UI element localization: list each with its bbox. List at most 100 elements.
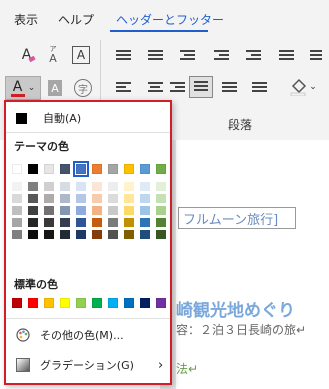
decrease-indent-icon[interactable]	[214, 50, 229, 62]
theme-shade-swatch[interactable]	[108, 182, 118, 191]
theme-color-swatch[interactable]	[108, 164, 118, 174]
theme-color-swatch[interactable]	[60, 164, 70, 174]
justify-icon	[193, 81, 209, 93]
theme-shade-swatch[interactable]	[12, 230, 22, 239]
theme-shade-swatch[interactable]	[12, 218, 22, 227]
theme-shade-swatch[interactable]	[12, 206, 22, 215]
theme-shade-swatch[interactable]	[124, 218, 134, 227]
multilevel-list-icon[interactable]	[180, 50, 195, 62]
theme-color-swatch[interactable]	[140, 164, 150, 174]
automatic-color-option[interactable]: 自動(A)	[6, 108, 170, 128]
theme-shade-swatch[interactable]	[156, 218, 166, 227]
theme-shade-swatch[interactable]	[140, 206, 150, 215]
theme-shade-swatch[interactable]	[124, 182, 134, 191]
more-colors-option[interactable]: その他の色(M)...	[6, 324, 170, 346]
theme-color-swatch[interactable]	[28, 164, 38, 174]
menu-view[interactable]: 表示	[14, 11, 38, 28]
theme-shade-swatch[interactable]	[28, 218, 38, 227]
theme-shade-swatch[interactable]	[140, 182, 150, 191]
theme-shade-swatch[interactable]	[76, 206, 86, 215]
line-spacing-icon[interactable]	[252, 82, 267, 94]
theme-shade-swatch[interactable]	[76, 182, 86, 191]
standard-color-swatch[interactable]	[92, 298, 102, 308]
theme-shade-swatch[interactable]	[124, 194, 134, 203]
theme-shade-swatch[interactable]	[92, 182, 102, 191]
theme-shade-swatch[interactable]	[12, 182, 22, 191]
theme-color-swatch[interactable]	[92, 164, 102, 174]
theme-shade-swatch[interactable]	[12, 194, 22, 203]
font-color-button[interactable]: A ⌄	[5, 76, 41, 100]
theme-shade-swatch[interactable]	[156, 182, 166, 191]
gradient-option[interactable]: グラデーション(G) ›	[6, 354, 170, 376]
standard-color-swatch[interactable]	[12, 298, 22, 308]
theme-shade-swatch[interactable]	[156, 206, 166, 215]
theme-shade-swatch[interactable]	[28, 206, 38, 215]
theme-shade-swatch[interactable]	[140, 218, 150, 227]
theme-shade-swatch[interactable]	[156, 194, 166, 203]
theme-shade-swatch[interactable]	[124, 230, 134, 239]
theme-shade-swatch[interactable]	[76, 230, 86, 239]
theme-shade-swatch[interactable]	[108, 194, 118, 203]
standard-color-swatch[interactable]	[28, 298, 38, 308]
standard-color-swatch[interactable]	[60, 298, 70, 308]
document-page[interactable]	[176, 140, 329, 389]
theme-shade-swatch[interactable]	[28, 194, 38, 203]
standard-color-swatch[interactable]	[140, 298, 150, 308]
theme-color-swatch[interactable]	[44, 164, 54, 174]
distributed-icon[interactable]	[222, 82, 237, 94]
theme-shade-swatch[interactable]	[76, 218, 86, 227]
justify-button[interactable]	[189, 76, 213, 98]
theme-shade-swatch[interactable]	[140, 194, 150, 203]
standard-color-swatch[interactable]	[124, 298, 134, 308]
shading-button[interactable]: ⌄	[285, 76, 321, 98]
numbering-icon[interactable]	[148, 50, 163, 62]
theme-shade-swatch[interactable]	[28, 230, 38, 239]
tab-header-footer[interactable]: ヘッダーとフッター	[116, 11, 224, 28]
align-right-icon[interactable]	[170, 82, 185, 94]
enclose-characters-button[interactable]: 字	[74, 79, 92, 97]
automatic-color-swatch	[16, 112, 27, 124]
menu-help[interactable]: ヘルプ	[58, 11, 94, 28]
theme-shade-swatch[interactable]	[60, 230, 70, 239]
theme-shade-swatch[interactable]	[108, 230, 118, 239]
bullets-icon[interactable]	[116, 50, 131, 62]
theme-shade-swatch[interactable]	[44, 230, 54, 239]
align-left-icon[interactable]	[116, 82, 131, 94]
clear-formatting-button[interactable]: A	[18, 46, 40, 64]
theme-shade-swatch[interactable]	[44, 218, 54, 227]
theme-color-swatch[interactable]	[156, 164, 166, 174]
character-border-button[interactable]: A	[72, 46, 90, 64]
theme-shade-swatch[interactable]	[44, 182, 54, 191]
standard-color-swatch[interactable]	[44, 298, 54, 308]
theme-shade-swatch[interactable]	[60, 218, 70, 227]
increase-indent-icon[interactable]	[246, 50, 261, 62]
character-shading-button[interactable]: A	[48, 80, 62, 96]
theme-shade-swatch[interactable]	[92, 194, 102, 203]
theme-shade-swatch[interactable]	[76, 194, 86, 203]
theme-shade-swatch[interactable]	[92, 218, 102, 227]
theme-shade-swatch[interactable]	[60, 206, 70, 215]
theme-shade-swatch[interactable]	[124, 206, 134, 215]
standard-color-swatch[interactable]	[156, 298, 166, 308]
theme-shade-swatch[interactable]	[60, 182, 70, 191]
document-content-control[interactable]: フルムーン旅行]	[178, 207, 296, 229]
align-center-icon[interactable]	[148, 82, 163, 94]
theme-shade-swatch[interactable]	[140, 230, 150, 239]
show-marks-icon[interactable]	[310, 50, 325, 62]
theme-color-swatch[interactable]	[124, 164, 134, 174]
theme-shade-swatch[interactable]	[156, 230, 166, 239]
theme-shade-swatch[interactable]	[28, 182, 38, 191]
theme-shade-swatch[interactable]	[92, 230, 102, 239]
theme-shade-swatch[interactable]	[92, 206, 102, 215]
theme-shade-swatch[interactable]	[44, 194, 54, 203]
theme-shade-swatch[interactable]	[44, 206, 54, 215]
theme-color-swatch[interactable]	[12, 164, 22, 174]
theme-color-swatch[interactable]	[73, 161, 89, 177]
theme-shade-swatch[interactable]	[108, 206, 118, 215]
theme-shade-swatch[interactable]	[60, 194, 70, 203]
standard-color-swatch[interactable]	[108, 298, 118, 308]
sort-icon[interactable]	[279, 50, 294, 62]
phonetic-guide-button[interactable]: ア A	[44, 44, 62, 66]
standard-color-swatch[interactable]	[76, 298, 86, 308]
theme-shade-swatch[interactable]	[108, 218, 118, 227]
